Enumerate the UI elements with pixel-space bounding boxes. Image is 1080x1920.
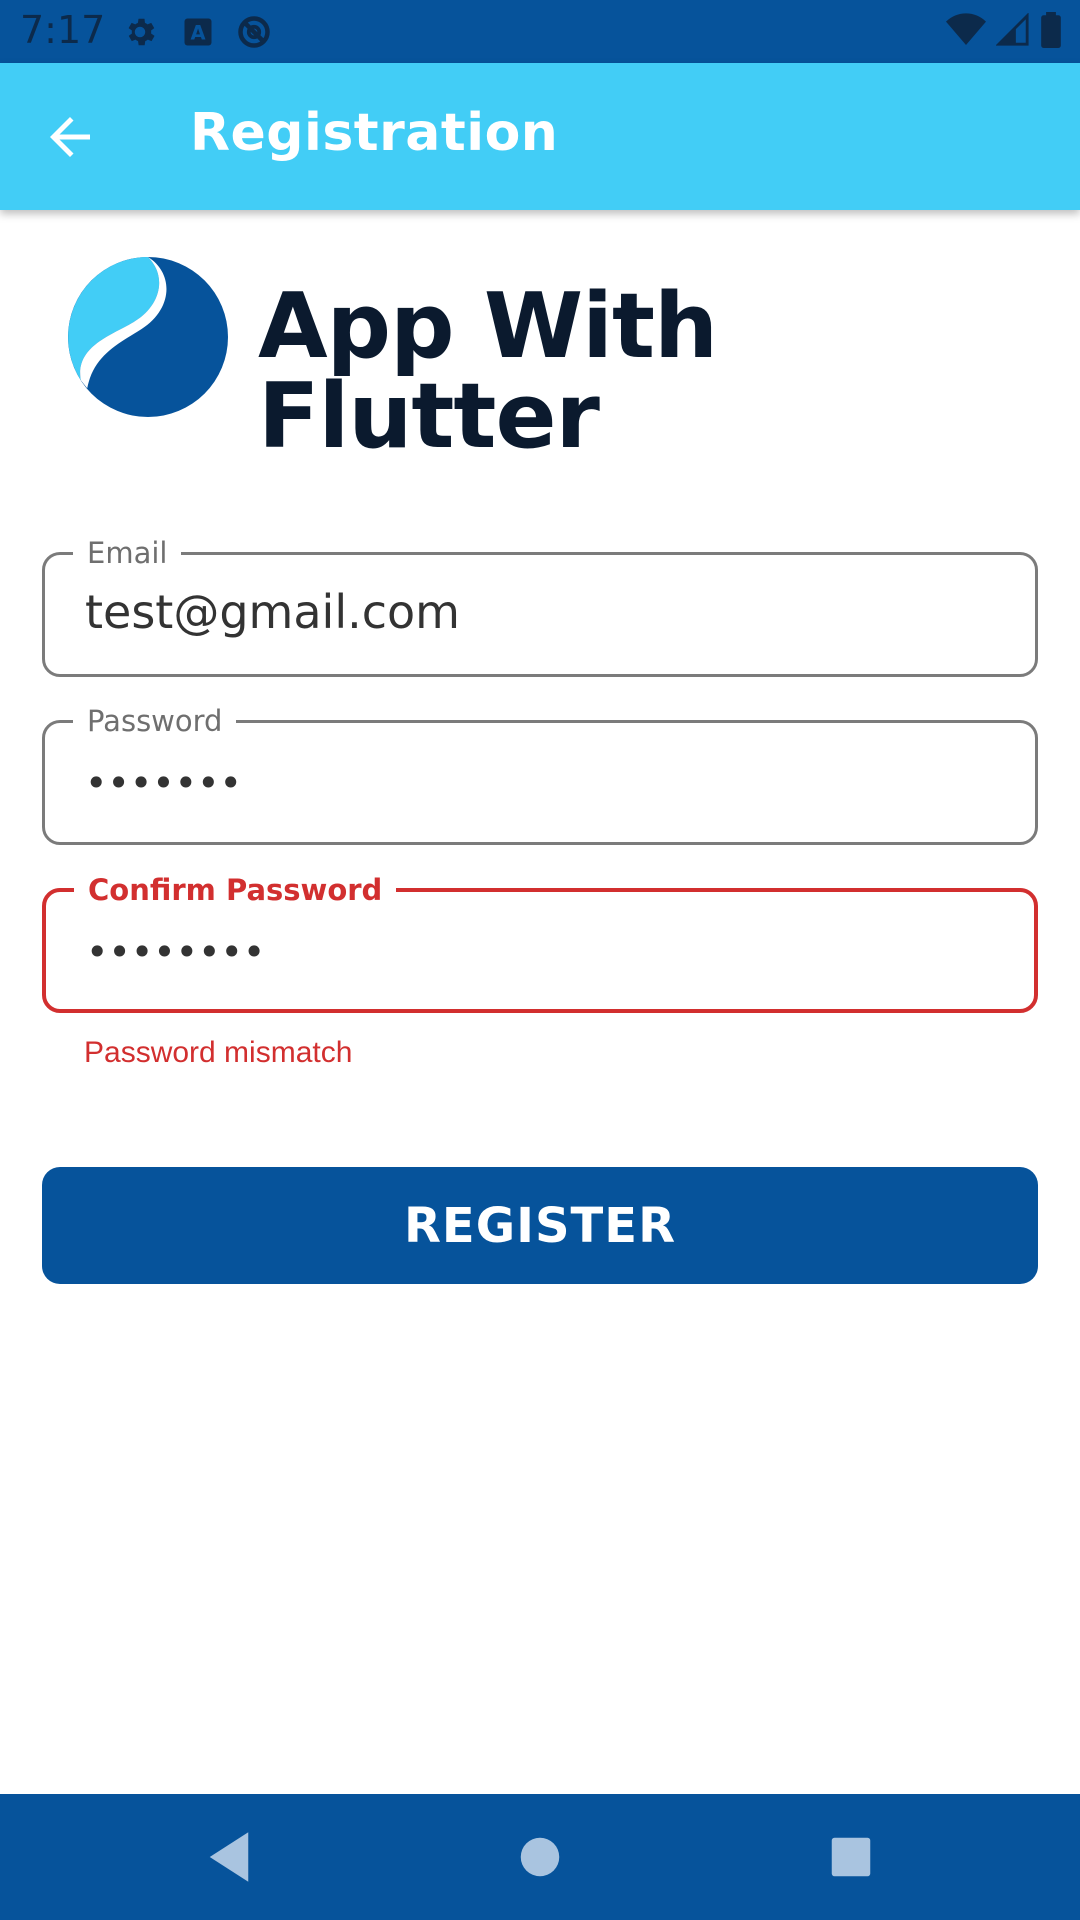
- wifi-icon: [946, 13, 986, 45]
- status-right-icons: [946, 12, 1062, 48]
- app-bar: Registration: [0, 63, 1080, 210]
- logo-text: App With Flutter: [258, 274, 718, 469]
- keyboard-a-icon: A: [184, 18, 212, 46]
- status-bar: 7:17 A: [0, 0, 1080, 63]
- recents-square-icon[interactable]: [818, 1824, 884, 1890]
- battery-icon: [1041, 12, 1061, 48]
- password-value[interactable]: •••••••: [85, 761, 242, 805]
- status-time: 7:17: [20, 8, 106, 52]
- password-field[interactable]: Password •••••••: [42, 701, 1038, 845]
- confirm-password-error: Password mismatch: [84, 1036, 353, 1069]
- email-field[interactable]: Email test@gmail.com: [42, 533, 1038, 677]
- confirm-password-label: Confirm Password: [74, 870, 397, 910]
- password-label: Password: [73, 701, 237, 741]
- register-button[interactable]: REGISTER: [42, 1167, 1038, 1284]
- settings-icon: [128, 18, 155, 46]
- confirm-password-field[interactable]: Confirm Password ••••••••: [42, 870, 1038, 1013]
- arrow-back-icon[interactable]: [40, 107, 100, 167]
- back-triangle-icon[interactable]: [196, 1824, 262, 1890]
- page-title: Registration: [190, 103, 559, 163]
- home-circle-icon[interactable]: [507, 1824, 573, 1890]
- email-value[interactable]: test@gmail.com: [85, 585, 460, 639]
- system-nav-bar: [0, 1794, 1080, 1920]
- do-not-disturb-icon: [238, 16, 270, 48]
- email-label: Email: [73, 533, 182, 573]
- signal-icon: [996, 13, 1029, 46]
- svg-text:A: A: [190, 22, 205, 45]
- app-logo-icon: [68, 257, 228, 417]
- confirm-password-value[interactable]: ••••••••: [86, 930, 265, 974]
